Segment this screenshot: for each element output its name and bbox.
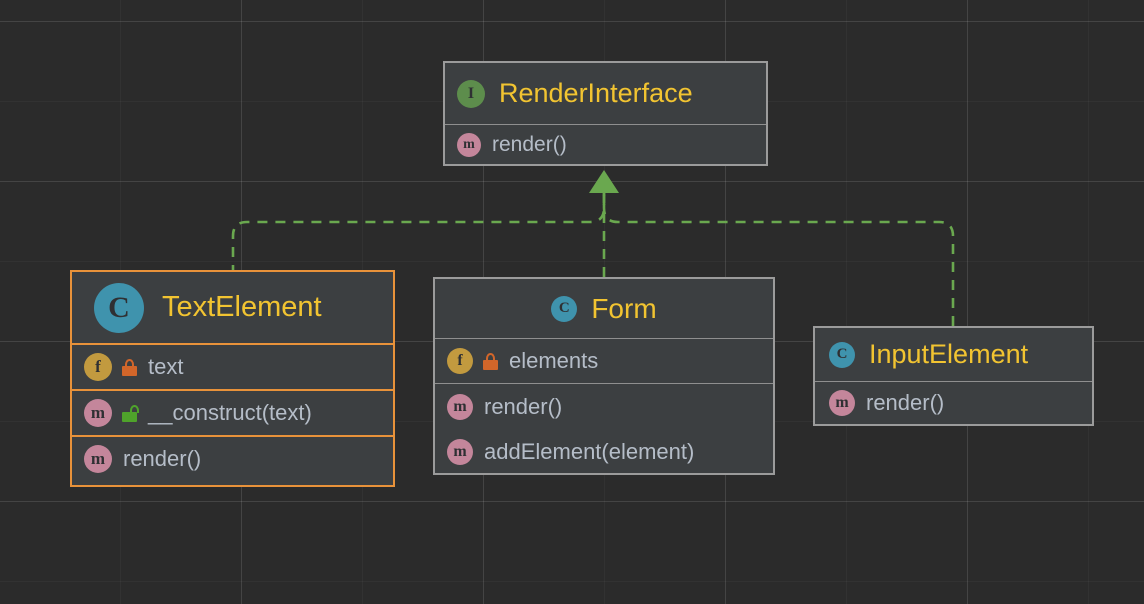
member-row[interactable]: m addElement(element) [435, 429, 773, 473]
node-section-methods: m render() [445, 125, 766, 164]
method-icon: m [447, 439, 473, 465]
member-label: render() [492, 133, 567, 156]
method-icon: m [84, 445, 112, 473]
field-icon: f [84, 353, 112, 381]
lock-open-icon [122, 404, 139, 422]
class-icon: C [94, 282, 144, 333]
realization-arrowhead-icon [589, 170, 619, 193]
node-title: TextElement [162, 291, 322, 323]
node-section-methods: m render() m addElement(element) [435, 383, 773, 473]
member-row[interactable]: m __construct(text) [72, 391, 393, 435]
method-icon: m [447, 393, 473, 420]
node-title: Form [591, 292, 657, 324]
node-header: I RenderInterface [445, 63, 766, 125]
member-row[interactable]: f text [72, 345, 393, 389]
member-row[interactable]: m render() [445, 125, 766, 164]
node-section-methods: m render() [72, 435, 393, 481]
node-title: InputElement [869, 339, 1029, 369]
node-header: C TextElement [72, 272, 393, 345]
node-title: RenderInterface [499, 78, 693, 108]
method-icon: m [84, 399, 112, 427]
field-icon: f [447, 348, 473, 374]
member-label: render() [123, 446, 202, 471]
node-section-methods: m render() [815, 382, 1092, 424]
lock-closed-icon [122, 358, 137, 376]
node-header: C Form [435, 279, 773, 339]
method-icon: m [457, 133, 481, 157]
class-node-textelement[interactable]: C TextElement f text m __construct(text) [70, 270, 395, 487]
member-label: __construct(text) [148, 400, 312, 425]
member-label: render() [866, 390, 945, 415]
diagram-canvas[interactable]: I RenderInterface m render() C TextEleme… [0, 0, 1144, 604]
node-section-fields: f text [72, 345, 393, 389]
class-node-inputelement[interactable]: C InputElement m render() [813, 326, 1094, 426]
class-node-form[interactable]: C Form f elements m render() m addElemen… [433, 277, 775, 475]
member-row[interactable]: f elements [435, 339, 773, 383]
class-icon: C [829, 341, 855, 368]
lock-closed-icon [483, 352, 498, 370]
node-section-methods: m __construct(text) [72, 389, 393, 435]
node-header: C InputElement [815, 328, 1092, 382]
interface-icon: I [457, 79, 485, 108]
node-section-fields: f elements [435, 339, 773, 383]
method-icon: m [829, 390, 855, 416]
member-label: text [148, 354, 184, 379]
class-icon: C [551, 295, 578, 322]
class-node-renderinterface[interactable]: I RenderInterface m render() [443, 61, 768, 166]
member-label: elements [509, 348, 599, 373]
member-label: render() [484, 393, 563, 419]
member-row[interactable]: m render() [72, 437, 393, 481]
member-row[interactable]: m render() [435, 384, 773, 429]
member-label: addElement(element) [484, 439, 695, 464]
member-row[interactable]: m render() [815, 382, 1092, 424]
edge-textelement-to-renderinterface [231, 192, 606, 275]
